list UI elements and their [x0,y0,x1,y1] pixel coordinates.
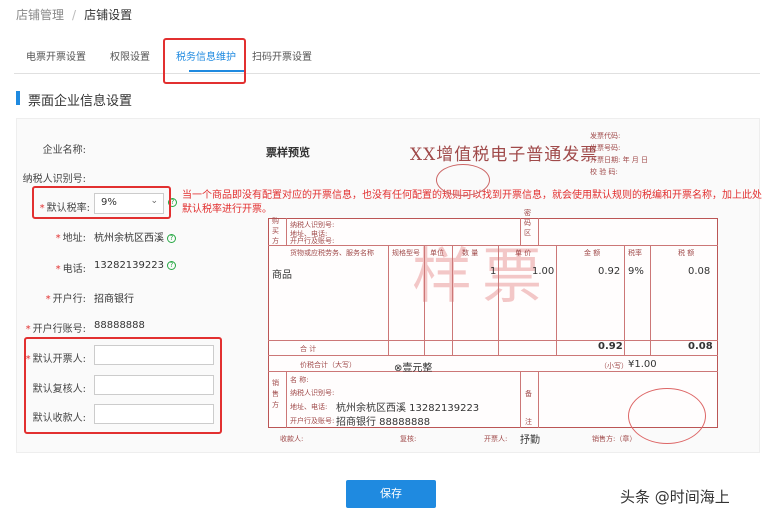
help-icon[interactable]: ? [167,260,176,270]
col-qty-header: 数 量 [462,249,479,257]
item-tax: 0.08 [688,266,711,277]
breadcrumb-separator: / [72,8,77,22]
seller-address: 杭州余杭区西溪 13282139223 [336,403,480,414]
account-value: 88888888 [94,320,145,331]
account-label: * 开户行账号: [25,324,86,335]
bank-label: * 开户行: [45,294,86,305]
buyer-label: 购买方 [272,217,279,245]
password-area-label: 密码区 [524,209,531,237]
invoice-divider [498,245,499,355]
invoice-divider [538,371,539,428]
tab-scan-invoice-settings[interactable]: 扫码开票设置 [252,48,312,63]
col-price-header: 单 价 [515,249,532,257]
item-rate: 9% [628,266,644,277]
sample-watermark: 样票 [412,242,552,312]
invoice-divider [268,371,718,372]
drawer-sign-label: 开票人: [484,435,508,443]
invoice-meta: 发票代码: 发票号码: 开票日期: 年 月 日 校 验 码: [590,130,648,178]
col-amount-header: 金 额 [584,249,601,257]
invoice-divider [286,218,287,245]
grand-total-words: ⊗壹元整 [394,363,433,374]
company-name-label: 企业名称: [42,145,86,156]
grand-total-label: 价税合计（大写） [300,361,356,369]
phone-label: * 电话: [55,264,86,275]
total-tax: 0.08 [688,341,713,352]
grand-total-small-label: （小写） [600,362,628,370]
col-goods-header: 货物或应税劳务、服务名称 [290,249,374,257]
total-amount: 0.92 [598,341,623,352]
item-qty: 1 [490,266,497,277]
seller-taxid-label: 纳税人识别号: [290,389,335,397]
col-spec-header: 规格型号 [392,249,420,257]
invoice-date-label: 开票日期: 年 月 日 [590,156,649,164]
grand-total-small: ¥1.00 [628,359,657,370]
invoice-title: XX增值税电子普通发票 [410,145,599,165]
col-unit-header: 单位 [430,249,444,257]
col-rate-header: 税率 [628,249,642,257]
buyer-bank-label: 开户行及账号: [290,237,335,245]
invoice-divider [556,245,557,355]
item-name: 商品 [272,270,292,281]
preview-title: 票样预览 [266,146,310,159]
address-value: 杭州余杭区西溪? [94,229,176,244]
seller-bank: 招商银行 88888888 [336,417,431,428]
breadcrumb: 店铺管理 / 店铺设置 [16,6,132,23]
remark-label: 备注 [525,390,532,426]
item-amount: 0.92 [598,266,621,277]
seller-bank-label: 开户行及账号: [290,417,335,425]
invoice-divider [286,371,287,428]
seller-sign-label: 销售方:（章） [592,435,637,443]
breadcrumb-parent[interactable]: 店铺管理 [16,8,64,22]
check-code-label: 校 验 码: [590,168,618,176]
bank-value: 招商银行 [94,294,134,305]
col-tax-header: 税 额 [678,249,695,257]
save-button[interactable]: 保存 [346,480,436,508]
seller-label: 销售方 [272,379,279,409]
invoice-number-label: 发票号码: [590,144,621,152]
seller-name-label: 名 称: [290,376,309,384]
source-watermark: 头条 @时间海上 [620,488,730,506]
invoice-divider [650,245,651,355]
payee-sign-label: 收款人: [280,435,304,443]
item-price: 1.00 [532,266,555,277]
invoice-divider [424,245,425,355]
drawer-name: 抒勤 [520,435,540,446]
invoice-divider [520,371,521,428]
seller-address-label: 地址、电话: [290,403,328,411]
address-label: * 地址: [55,233,86,244]
reviewer-sign-label: 复核: [400,435,417,443]
tax-rate-highlight-box [32,186,171,219]
invoice-divider [520,218,521,245]
taxpayer-id-label: 纳税人识别号: [22,174,86,185]
tab-highlight-box [163,38,246,84]
invoice-divider [624,245,625,355]
invoice-divider [452,245,453,355]
tab-bar: 电票开票设置 权限设置 税务信息维护 扫码开票设置 [14,42,760,74]
breadcrumb-current: 店铺设置 [84,8,133,22]
invoice-code-label: 发票代码: [590,132,621,140]
help-icon[interactable]: ? [167,233,176,243]
default-people-highlight-box [24,337,222,434]
tab-permission-settings[interactable]: 权限设置 [110,48,150,63]
invoice-divider [388,245,389,355]
invoice-divider [538,218,539,245]
phone-value: 13282139223? [94,260,176,271]
invoice-divider [268,355,718,356]
total-label: 合 计 [300,345,317,353]
tab-e-invoice-settings[interactable]: 电票开票设置 [26,48,86,63]
invoice-seal [436,164,490,196]
seller-seal [628,388,706,444]
section-title: 票面企业信息设置 [16,90,132,109]
